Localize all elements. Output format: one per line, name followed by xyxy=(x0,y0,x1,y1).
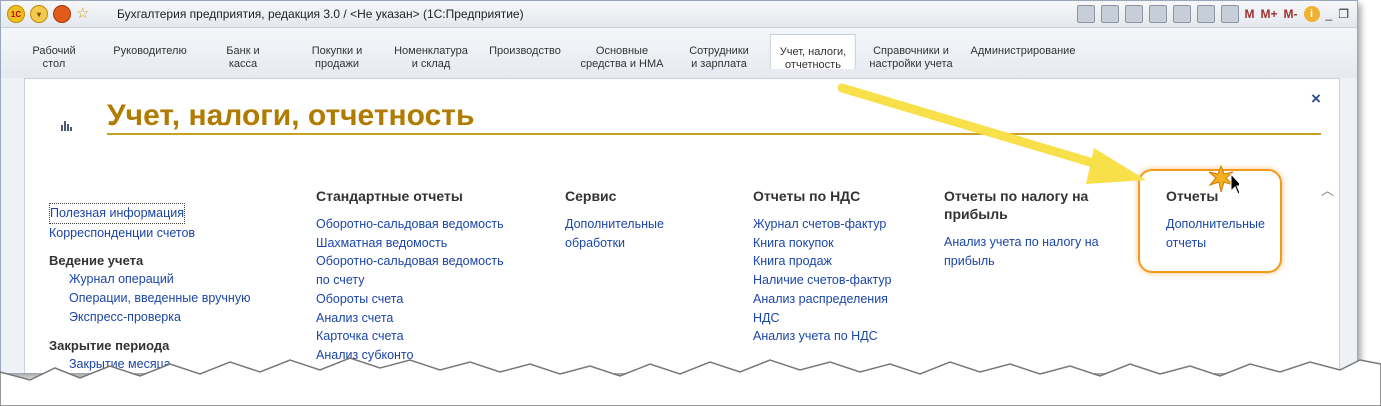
vat-column: Отчеты по НДС Журнал счетов-фактур Книга… xyxy=(753,187,923,346)
link-profit-tax-analysis[interactable]: Анализ учета по налогу на прибыль xyxy=(944,233,1124,270)
link-manual-ops[interactable]: Операции, введенные вручную xyxy=(49,289,299,308)
link-purchase-book[interactable]: Книга покупок xyxy=(753,234,923,253)
scroll-up-icon[interactable]: ︿ xyxy=(1321,180,1334,199)
close-icon[interactable]: × xyxy=(1311,89,1321,109)
link-osv[interactable]: Оборотно-сальдовая ведомость xyxy=(316,215,536,234)
standard-reports-title: Стандартные отчеты xyxy=(316,188,463,204)
link-account-analysis[interactable]: Анализ счета xyxy=(316,309,536,328)
sections-bar: Рабочий стол Руководителю Банк и касса П… xyxy=(1,28,1357,78)
info-icon[interactable]: i xyxy=(1303,6,1320,22)
title-underline xyxy=(107,133,1321,135)
link-account-turnover[interactable]: Обороты счета xyxy=(316,290,536,309)
save-icon[interactable] xyxy=(1076,5,1095,23)
service-column: Сервис Дополнительные обработки xyxy=(565,187,715,252)
link-useful-info[interactable]: Полезная информация xyxy=(49,203,185,224)
window-title: Бухгалтерия предприятия, редакция 3.0 / … xyxy=(117,7,524,21)
section-panel: Учет, налоги, отчетность × ︿ Полезная ин… xyxy=(24,78,1340,373)
app-logo[interactable]: 1C xyxy=(7,5,25,23)
favorite-add-icon[interactable] xyxy=(1148,5,1167,23)
standard-reports-column: Стандартные отчеты Оборотно-сальдовая ве… xyxy=(316,187,536,373)
page-title: Учет, налоги, отчетность xyxy=(107,99,475,132)
preview-icon[interactable] xyxy=(1124,5,1143,23)
link-sales-book[interactable]: Книга продаж xyxy=(753,252,923,271)
main-menu-button[interactable]: ▾ xyxy=(30,5,48,23)
calendar-icon[interactable] xyxy=(1220,5,1239,23)
link-subconto-analysis[interactable]: Анализ субконто xyxy=(316,346,536,365)
title-bar: 1C ▾ ☆ Бухгалтерия предприятия, редакция… xyxy=(1,1,1357,28)
restore-button[interactable]: ❐ xyxy=(1338,7,1349,21)
home-button[interactable] xyxy=(53,5,71,23)
link-journal[interactable]: Журнал операций xyxy=(49,270,299,289)
history-icon[interactable] xyxy=(1172,5,1191,23)
minimize-button[interactable]: _ xyxy=(1326,7,1333,21)
section-fixed-assets[interactable]: Основные средства и НМА xyxy=(581,45,664,71)
section-administration[interactable]: Администрирование xyxy=(971,45,1076,58)
calculator-icon[interactable] xyxy=(1196,5,1215,23)
app-window: 1C ▾ ☆ Бухгалтерия предприятия, редакция… xyxy=(0,0,1358,374)
left-column: Полезная информация Корреспонденции счет… xyxy=(49,203,299,373)
link-invoice-journal[interactable]: Журнал счетов-фактур xyxy=(753,215,923,234)
print-icon[interactable] xyxy=(1100,5,1119,23)
section-references[interactable]: Справочники и настройки учета xyxy=(869,45,952,71)
link-extra-processing[interactable]: Дополнительные обработки xyxy=(565,215,715,252)
link-correspondence[interactable]: Корреспонденции счетов xyxy=(49,224,299,243)
section-accounting-active[interactable]: Учет, налоги, отчетность xyxy=(769,34,857,71)
section-purchases[interactable]: Покупки и продажи xyxy=(312,45,363,71)
link-subconto-turnover[interactable]: Обороты между субконто xyxy=(316,365,536,373)
profit-tax-column: Отчеты по налогу на прибыль Анализ учета… xyxy=(944,187,1124,270)
section-manager[interactable]: Руководителю xyxy=(113,45,186,58)
memory-plus-button[interactable]: M+ xyxy=(1261,7,1278,21)
link-month-close[interactable]: Закрытие месяца xyxy=(49,355,299,373)
section-production[interactable]: Производство xyxy=(489,45,561,58)
vat-title: Отчеты по НДС xyxy=(753,188,861,204)
reports-chart-icon xyxy=(61,121,73,131)
group-period-title: Закрытие периода xyxy=(49,337,170,353)
link-chess[interactable]: Шахматная ведомость xyxy=(316,234,536,253)
reports-highlight-frame xyxy=(1138,169,1282,273)
link-invoice-presence[interactable]: Наличие счетов-фактур xyxy=(753,271,923,290)
link-account-card[interactable]: Карточка счета xyxy=(316,327,536,346)
service-title: Сервис xyxy=(565,188,617,204)
link-express-check[interactable]: Экспресс-проверка xyxy=(49,308,299,327)
memory-minus-button[interactable]: M- xyxy=(1284,7,1298,21)
section-desktop[interactable]: Рабочий стол xyxy=(32,45,75,71)
group-accounting-title: Ведение учета xyxy=(49,253,144,269)
section-bank[interactable]: Банк и касса xyxy=(226,45,259,71)
link-vat-distribution[interactable]: Анализ распределения НДС xyxy=(753,290,923,327)
section-nomenclature[interactable]: Номенклатура и склад xyxy=(394,45,468,71)
link-osv-account[interactable]: Оборотно-сальдовая ведомость по счету xyxy=(316,252,536,289)
profit-tax-title: Отчеты по налогу на прибыль xyxy=(944,188,1089,222)
memory-button[interactable]: M xyxy=(1245,7,1255,21)
favorites-star-icon[interactable]: ☆ xyxy=(76,6,89,22)
section-employees[interactable]: Сотрудники и зарплата xyxy=(689,45,749,71)
link-vat-analysis[interactable]: Анализ учета по НДС xyxy=(753,327,923,346)
